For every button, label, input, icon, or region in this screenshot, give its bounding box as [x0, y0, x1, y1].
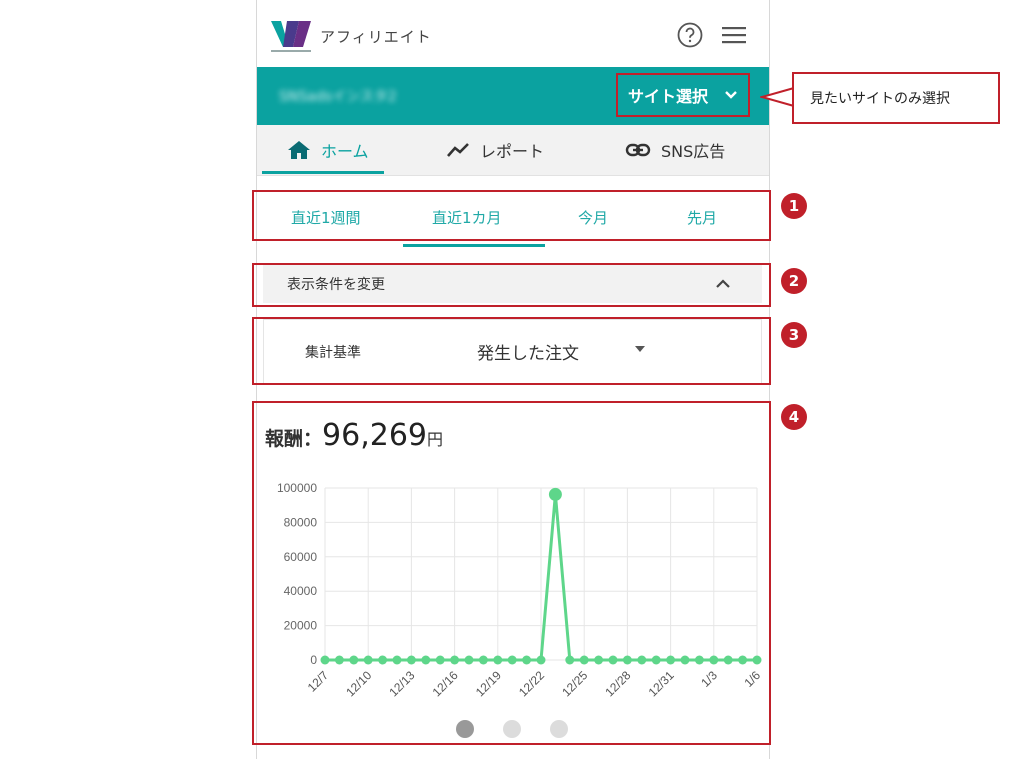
tab-report[interactable]: レポート	[446, 125, 544, 175]
main-nav-tabs: ホーム レポート SNS広告	[257, 125, 769, 176]
annotation-box-criteria	[252, 317, 771, 385]
tab-home[interactable]: ホーム	[287, 125, 369, 175]
callout-arrow-icon	[760, 86, 796, 108]
current-site-name: SNSadsインスタ2	[279, 89, 397, 105]
link-icon	[625, 143, 651, 157]
site-bar: SNSadsインスタ2 サイト選択	[257, 67, 769, 125]
logo-icon	[271, 21, 311, 52]
annotation-box-period-tabs	[252, 190, 771, 241]
annotation-box-chart	[252, 401, 771, 745]
tab-sns-ads-label: SNS広告	[661, 142, 726, 161]
app-title: アフィリエイト	[320, 28, 432, 46]
top-bar: アフィリエイト	[257, 0, 769, 67]
tab-sns-ads[interactable]: SNS広告	[625, 125, 725, 175]
annotation-badge-3: 3	[781, 322, 807, 348]
tab-report-label: レポート	[480, 142, 545, 161]
tab-home-label: ホーム	[321, 142, 369, 161]
site-select-button[interactable]: サイト選択	[616, 73, 750, 117]
active-period-indicator	[403, 244, 545, 247]
annotation-badge-1: 1	[781, 193, 807, 219]
hamburger-menu-icon[interactable]	[720, 22, 748, 48]
annotation-badge-4: 4	[781, 404, 807, 430]
site-select-callout: 見たいサイトのみ選択	[792, 72, 1000, 124]
annotation-box-conditions	[252, 263, 771, 307]
trending-line-icon	[447, 143, 469, 157]
home-icon	[288, 141, 310, 159]
active-tab-indicator	[262, 171, 384, 174]
chevron-down-icon	[725, 91, 737, 99]
annotation-badge-2: 2	[781, 268, 807, 294]
site-select-label: サイト選択	[628, 87, 709, 106]
help-icon[interactable]	[677, 22, 703, 48]
